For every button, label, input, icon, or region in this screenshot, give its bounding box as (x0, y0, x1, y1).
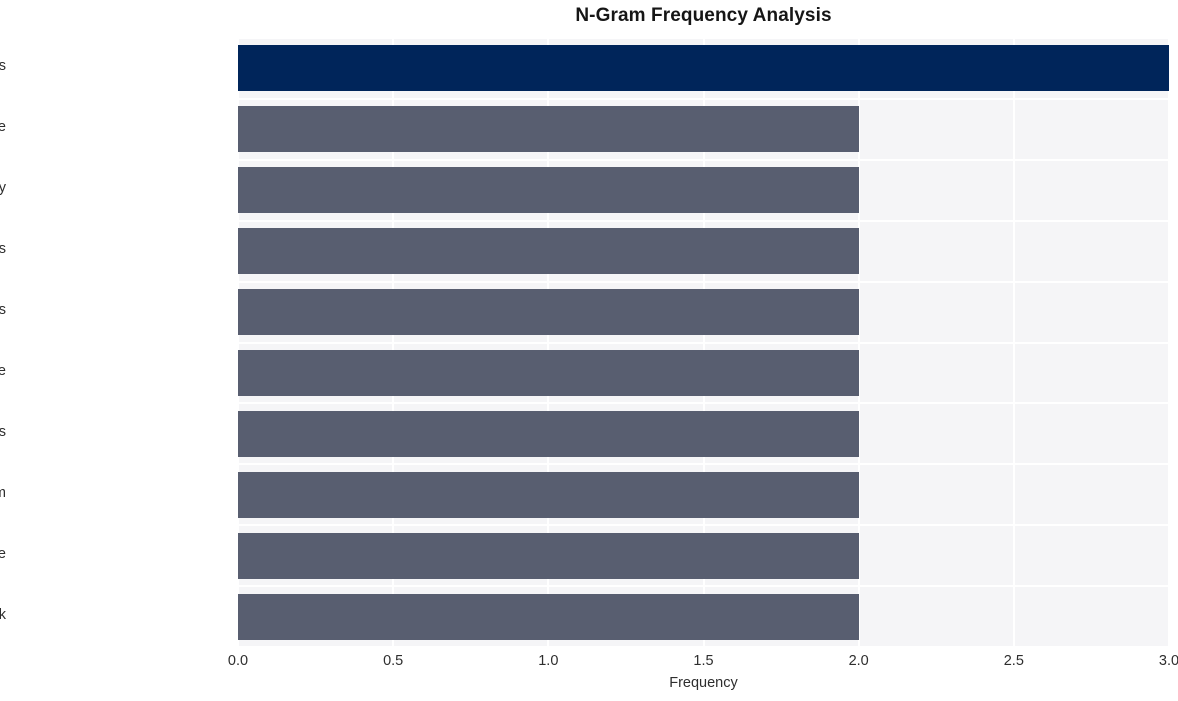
bar[interactable] (238, 106, 859, 153)
x-axis-tick-label: 1.0 (538, 653, 559, 669)
y-axis-tick-label: security operations increase (0, 119, 6, 136)
y-axis-tick-label: applications llm attribute (0, 545, 6, 562)
x-axis-label: Frequency (669, 675, 738, 691)
plot-area (238, 38, 1169, 647)
gridline-horizontal (238, 585, 1169, 588)
gridline-horizontal (238, 219, 1169, 222)
bar[interactable] (238, 45, 1169, 92)
gridline-horizontal (238, 341, 1169, 344)
bar[interactable] (238, 593, 859, 640)
x-axis-tick-label: 0.5 (383, 653, 404, 669)
y-axis-tick-label: private applications llm (0, 485, 6, 501)
gridline-horizontal (238, 97, 1169, 100)
bar[interactable] (238, 167, 859, 214)
bar[interactable] (238, 349, 859, 396)
y-axis-tick-label: llm attribute risk (0, 606, 6, 623)
bar[interactable] (238, 471, 859, 518)
x-axis-tick-label: 1.5 (693, 653, 714, 669)
bar[interactable] (238, 410, 859, 457)
bar[interactable] (238, 289, 859, 336)
x-axis-tick-label: 2.0 (848, 653, 869, 669)
bar[interactable] (238, 532, 859, 579)
chart-figure: N-Gram Frequency Analysis streamline sec… (0, 0, 1178, 701)
y-axis-tick-label: shadow private applications (0, 423, 6, 440)
gridline-horizontal (238, 646, 1169, 647)
gridline-horizontal (238, 280, 1169, 283)
y-axis-tick-label: streamline security operations (0, 58, 6, 75)
gridline-horizontal (238, 38, 1169, 39)
y-axis-tick-label: operations increase efficiency (0, 180, 6, 197)
x-axis-tick-label: 0.0 (227, 653, 249, 669)
gridline-horizontal (238, 463, 1169, 466)
y-axis-tick-label: secure applications customers (0, 302, 6, 319)
y-axis-tick-label: risk associate applications (0, 241, 6, 258)
y-axis-tick-label: sanction shadow private (0, 362, 6, 379)
gridline-horizontal (238, 158, 1169, 161)
gridline-horizontal (238, 524, 1169, 527)
x-axis-tick-label: 2.5 (1003, 653, 1024, 669)
bar[interactable] (238, 228, 859, 275)
gridline-horizontal (238, 402, 1169, 405)
x-axis-tick-label: 3.0 (1158, 653, 1178, 669)
chart-title: N-Gram Frequency Analysis (575, 5, 832, 26)
